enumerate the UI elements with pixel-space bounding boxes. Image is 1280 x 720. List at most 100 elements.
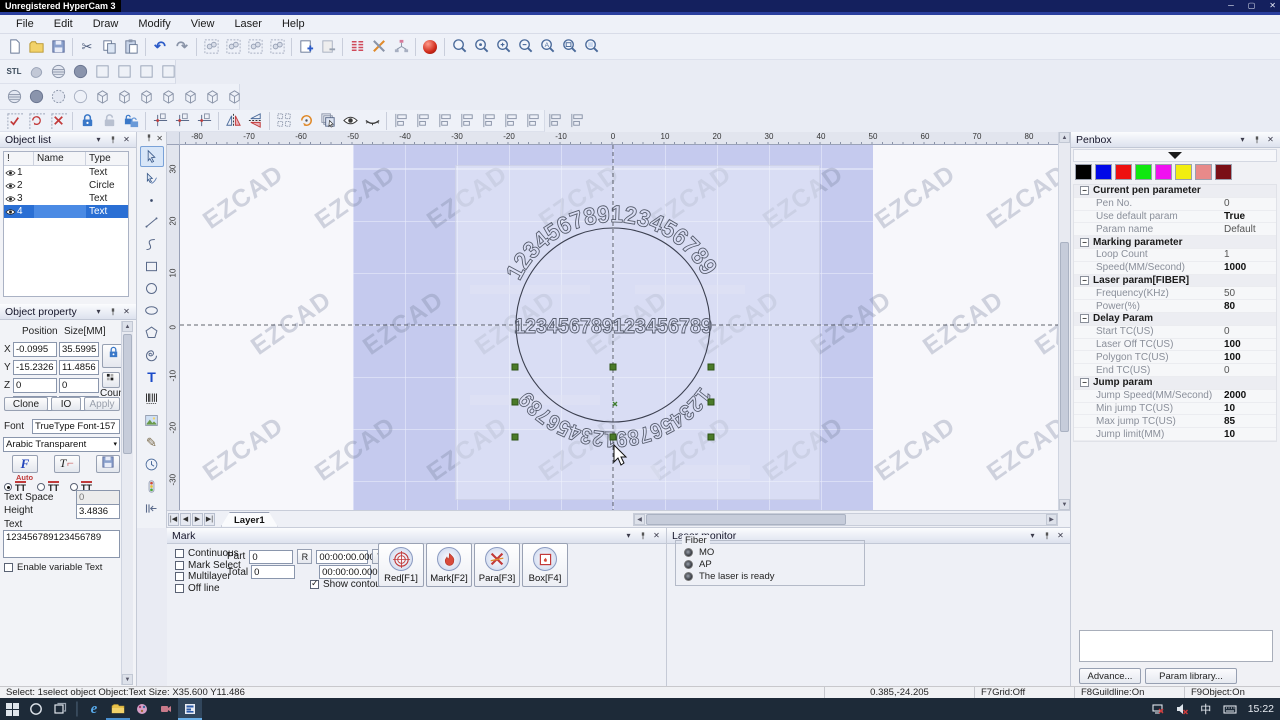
column-header-flag[interactable]: ! — [4, 152, 34, 165]
group-icon[interactable] — [266, 37, 288, 57]
param-value[interactable]: 1000 — [1224, 262, 1246, 273]
scrollbar-thumb[interactable] — [646, 514, 846, 525]
collapse-icon[interactable]: − — [1080, 276, 1089, 285]
object-property-scrollbar[interactable]: ▲ ▼ — [121, 321, 133, 685]
scroll-left-icon[interactable]: ◀ — [634, 514, 645, 525]
position-y-input[interactable]: -15.2326 — [13, 360, 57, 375]
scroll-up-icon[interactable]: ▲ — [122, 321, 133, 332]
param-row[interactable]: Power(%)80 — [1074, 300, 1276, 313]
start-button[interactable] — [0, 698, 24, 720]
ball-dark-icon[interactable] — [69, 62, 91, 82]
group-icon[interactable] — [222, 37, 244, 57]
paint-app-icon[interactable] — [130, 698, 154, 720]
param-group-header[interactable]: −Marking parameter — [1074, 236, 1276, 249]
eye-icon[interactable] — [339, 111, 361, 131]
selection-handle[interactable] — [512, 399, 518, 405]
selection-handle[interactable] — [512, 434, 518, 440]
object-list-row[interactable]: 1Text — [4, 166, 128, 179]
doc-new-icon[interactable] — [3, 37, 25, 57]
lens-a-icon[interactable]: A — [536, 37, 558, 57]
collapse-icon[interactable]: − — [1080, 378, 1089, 387]
collapse-icon[interactable]: − — [1080, 186, 1089, 195]
position-x-input[interactable]: -0.0995 — [13, 342, 57, 357]
next-layer-icon[interactable]: ▶ — [192, 513, 203, 526]
total-input[interactable]: 0 — [251, 565, 295, 579]
locks-icon[interactable] — [120, 111, 142, 131]
menu-modify[interactable]: Modify — [128, 15, 180, 33]
close-icon[interactable]: ✕ — [122, 135, 131, 144]
menu-help[interactable]: Help — [272, 15, 315, 33]
cube-icon[interactable] — [157, 87, 179, 107]
trot-icon[interactable] — [25, 111, 47, 131]
file-explorer-icon[interactable] — [106, 698, 130, 720]
menu-edit[interactable]: Edit — [44, 15, 83, 33]
param-row[interactable]: Max jump TC(US)85 — [1074, 415, 1276, 428]
mark-f2-button[interactable]: Mark[F2] — [426, 543, 472, 587]
selection-handle[interactable] — [708, 434, 714, 440]
folder-open-icon[interactable] — [25, 37, 47, 57]
taskbar-clock[interactable]: 15:22 — [1244, 703, 1274, 715]
last-layer-icon[interactable]: ▶| — [204, 513, 215, 526]
tool-jump[interactable] — [140, 498, 164, 519]
redo-icon[interactable]: ↷ — [171, 37, 193, 57]
cube-icon[interactable] — [135, 87, 157, 107]
pin-icon[interactable] — [1042, 531, 1051, 540]
param-value[interactable]: 2000 — [1224, 390, 1246, 401]
page-minus-icon[interactable] — [317, 37, 339, 57]
canvas-horizontal-scrollbar[interactable]: ◀ ▶ — [633, 513, 1058, 526]
center-text-object[interactable]: 123456789123456789 — [514, 315, 712, 338]
reset-part-button[interactable]: R — [297, 549, 312, 564]
collapse-icon[interactable]: − — [1080, 238, 1089, 247]
task-view-icon[interactable] — [48, 698, 72, 720]
column-header-type[interactable]: Type — [86, 152, 128, 165]
size-y-input[interactable]: 11.4856 — [59, 360, 99, 375]
tool-rect[interactable] — [140, 256, 164, 277]
tool-light[interactable] — [140, 476, 164, 497]
part-input[interactable]: 0 — [249, 550, 293, 564]
pen-color-swatch-5[interactable] — [1175, 164, 1192, 180]
halign-auto-radio[interactable] — [4, 483, 12, 491]
tool-spiral[interactable] — [140, 344, 164, 365]
maximize-icon[interactable]: ▢ — [1248, 0, 1256, 12]
show-contour-checkbox[interactable] — [310, 580, 319, 589]
pen-color-swatch-0[interactable] — [1075, 164, 1092, 180]
pen-selector-dropdown[interactable] — [1073, 149, 1277, 162]
tool-curve[interactable] — [140, 234, 164, 255]
eye-half-icon[interactable] — [361, 111, 383, 131]
align-icon[interactable] — [522, 111, 544, 131]
param-group-header[interactable]: −Current pen parameter — [1074, 185, 1276, 198]
cube-icon[interactable] — [91, 87, 113, 107]
tool-polygon[interactable] — [140, 322, 164, 343]
tool-ellipse[interactable] — [140, 300, 164, 321]
visibility-eye-icon[interactable] — [4, 208, 17, 216]
red-f1-button[interactable]: Red[F1] — [378, 543, 424, 587]
param-row[interactable]: Polygon TC(US)100 — [1074, 351, 1276, 364]
param-row[interactable]: Laser Off TC(US)100 — [1074, 339, 1276, 352]
cube-icon[interactable] — [179, 87, 201, 107]
param-group-header[interactable]: −Jump param — [1074, 377, 1276, 390]
lens-in-icon[interactable] — [492, 37, 514, 57]
selection-handle[interactable] — [610, 364, 616, 370]
align-icon[interactable] — [544, 111, 566, 131]
save-icon[interactable] — [47, 37, 69, 57]
sphere-lines-icon[interactable] — [3, 87, 25, 107]
ball3d-icon[interactable] — [419, 37, 441, 57]
lens-sel-icon[interactable] — [558, 37, 580, 57]
dropdown-icon[interactable]: ▾ — [94, 135, 103, 144]
scroll-down-icon[interactable]: ▼ — [1059, 499, 1070, 510]
array-button[interactable] — [102, 372, 120, 388]
align-icon[interactable] — [456, 111, 478, 131]
copy-icon[interactable] — [98, 37, 120, 57]
blob-icon[interactable] — [25, 62, 47, 82]
size-x-input[interactable]: 35.5995 — [59, 342, 99, 357]
object-list-row[interactable]: 3Text — [4, 192, 128, 205]
arc-text-top[interactable]: 123456789123456789 — [501, 201, 722, 284]
close-icon[interactable]: ✕ — [1266, 135, 1275, 144]
param-value[interactable]: True — [1224, 211, 1245, 222]
halign-left-radio[interactable] — [37, 483, 45, 491]
param-row[interactable]: Use default paramTrue — [1074, 211, 1276, 224]
tool-line[interactable] — [140, 212, 164, 233]
rot-center-icon[interactable] — [295, 111, 317, 131]
lock-blue-icon[interactable] — [76, 111, 98, 131]
pencil-icon[interactable] — [157, 62, 179, 82]
